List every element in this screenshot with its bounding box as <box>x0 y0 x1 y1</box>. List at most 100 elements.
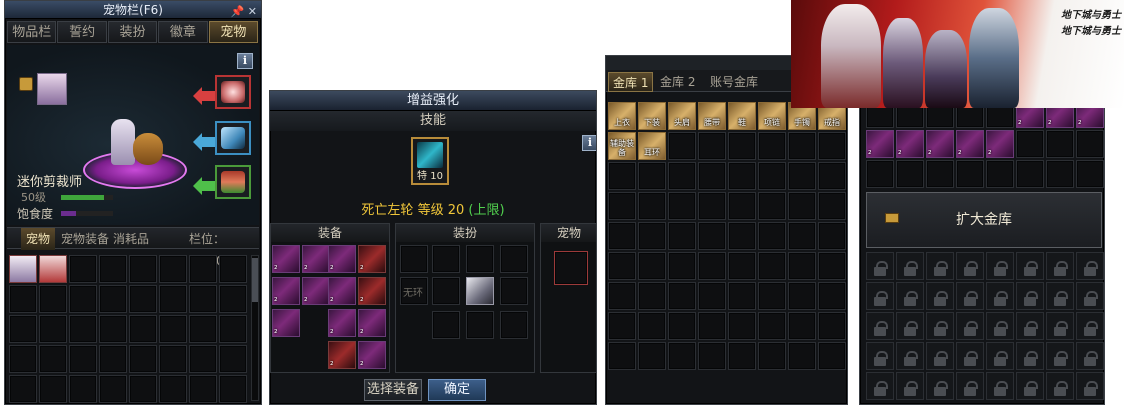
pet-inventory-slot[interactable] <box>189 255 217 283</box>
avatar-slot-empty[interactable]: 无环 <box>400 277 428 305</box>
storage-slot[interactable] <box>758 282 786 310</box>
avatar-slot[interactable] <box>500 311 528 339</box>
storage-slot[interactable] <box>788 192 816 220</box>
storage-item[interactable]: 头肩 <box>668 102 696 130</box>
tab-pledge[interactable]: 誓约 <box>57 21 107 43</box>
pet-inventory-slot[interactable] <box>159 345 187 373</box>
avatar-slot[interactable] <box>466 245 494 273</box>
storage-expand-slot[interactable] <box>1076 130 1104 158</box>
storage-item[interactable]: 腰带 <box>698 102 726 130</box>
pet-inventory-slot[interactable] <box>129 285 157 313</box>
storage-expand-slot[interactable] <box>986 160 1014 188</box>
storage-slot[interactable] <box>638 252 666 280</box>
pet-inventory-slot[interactable] <box>99 315 127 343</box>
storage-slot[interactable] <box>698 222 726 250</box>
pet-skill-blue[interactable] <box>215 121 251 155</box>
storage-slot[interactable] <box>818 282 846 310</box>
storage-slot[interactable] <box>818 252 846 280</box>
pet-inventory-slot[interactable] <box>69 285 97 313</box>
storage-slot[interactable] <box>758 162 786 190</box>
storage-slot[interactable] <box>638 312 666 340</box>
storage-slot[interactable] <box>668 192 696 220</box>
pet-inventory-scrollbar[interactable] <box>251 255 259 401</box>
storage-slot[interactable] <box>788 222 816 250</box>
avatar-slot[interactable] <box>500 245 528 273</box>
info-button[interactable]: i <box>237 53 253 69</box>
storage-expand-item[interactable]: ₂ <box>866 130 894 158</box>
storage-slot[interactable] <box>728 342 756 370</box>
storage-slot[interactable] <box>638 162 666 190</box>
avatar-slot[interactable] <box>500 277 528 305</box>
pet-inventory-slot[interactable] <box>9 345 37 373</box>
scroll-thumb[interactable] <box>252 258 258 302</box>
select-equip-button[interactable]: 选择装备 <box>364 379 422 401</box>
pet-inventory-slot[interactable] <box>9 375 37 403</box>
pet-inventory-slot[interactable] <box>69 345 97 373</box>
storage-slot[interactable] <box>608 222 636 250</box>
storage-expand-item[interactable]: ₂ <box>926 130 954 158</box>
storage-slot[interactable] <box>758 222 786 250</box>
storage-expand-slot[interactable] <box>1046 160 1074 188</box>
storage-item[interactable]: 耳环 <box>638 132 666 160</box>
info-button-enhance[interactable]: i <box>582 135 596 151</box>
storage-slot[interactable] <box>818 192 846 220</box>
tab-inventory[interactable]: 物品栏 <box>7 21 57 43</box>
pet-inventory-slot[interactable] <box>129 345 157 373</box>
pet-inventory-slot[interactable] <box>39 345 67 373</box>
storage-item[interactable]: 上衣 <box>608 102 636 130</box>
pet-inventory-slot[interactable] <box>189 285 217 313</box>
storage-expand-slot[interactable] <box>1016 130 1044 158</box>
storage-expand-slot[interactable] <box>1076 160 1104 188</box>
storage-slot[interactable] <box>788 312 816 340</box>
pet-inventory-item[interactable] <box>39 255 67 283</box>
storage-slot[interactable] <box>668 162 696 190</box>
storage-slot[interactable] <box>758 312 786 340</box>
pet-inventory-item[interactable] <box>9 255 37 283</box>
storage-item[interactable]: 项链 <box>758 102 786 130</box>
storage-slot[interactable] <box>698 132 726 160</box>
storage-slot[interactable] <box>608 162 636 190</box>
tab-storage-2[interactable]: 金库 2 <box>656 72 699 92</box>
equip-item[interactable]: ₂ <box>358 341 386 369</box>
storage-slot[interactable] <box>818 222 846 250</box>
pet-inventory-slot[interactable] <box>39 285 67 313</box>
storage-expand-slot[interactable] <box>896 160 924 188</box>
equip-item[interactable]: ₂ <box>358 277 386 305</box>
equip-item[interactable]: ₂ <box>328 341 356 369</box>
storage-slot[interactable] <box>788 252 816 280</box>
pet-inventory-slot[interactable] <box>99 375 127 403</box>
pet-inventory-slot[interactable] <box>129 255 157 283</box>
storage-expand-slot[interactable] <box>1046 130 1074 158</box>
pet-inventory-slot[interactable] <box>99 255 127 283</box>
storage-slot[interactable] <box>638 222 666 250</box>
avatar-slot[interactable] <box>432 245 460 273</box>
pet-inventory-slot[interactable] <box>219 255 247 283</box>
storage-slot[interactable] <box>668 342 696 370</box>
equip-item[interactable]: ₂ <box>302 277 330 305</box>
pet-avatar[interactable] <box>37 73 67 105</box>
storage-expand-slot[interactable] <box>926 160 954 188</box>
storage-item[interactable]: 鞋 <box>728 102 756 130</box>
pet-skill-green[interactable] <box>215 165 251 199</box>
subtab-pet[interactable]: 宠物 <box>21 228 56 250</box>
close-icon[interactable]: ✕ <box>248 5 257 18</box>
storage-slot[interactable] <box>608 252 636 280</box>
storage-slot[interactable] <box>728 162 756 190</box>
storage-slot[interactable] <box>698 252 726 280</box>
storage-slot[interactable] <box>698 192 726 220</box>
pet-inventory-slot[interactable] <box>9 315 37 343</box>
pin-icon[interactable]: 📌 <box>231 5 245 18</box>
confirm-button[interactable]: 确定 <box>428 379 486 401</box>
pet-inventory-slot[interactable] <box>219 285 247 313</box>
equip-item[interactable]: ₂ <box>358 309 386 337</box>
storage-slot[interactable] <box>608 342 636 370</box>
storage-slot[interactable] <box>788 132 816 160</box>
lock-icon[interactable] <box>19 77 33 91</box>
avatar-slot[interactable] <box>466 311 494 339</box>
equip-item[interactable]: ₂ <box>272 309 300 337</box>
tab-storage-1[interactable]: 金库 1 <box>608 72 654 92</box>
pet-inventory-slot[interactable] <box>159 255 187 283</box>
pet-inventory-slot[interactable] <box>99 285 127 313</box>
pet-inventory-slot[interactable] <box>39 315 67 343</box>
equip-item[interactable]: ₂ <box>328 245 356 273</box>
